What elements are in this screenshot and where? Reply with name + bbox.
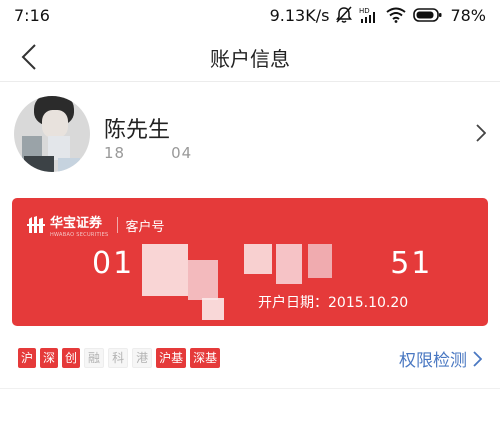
open-date: 开户日期：2015.10.20 [258,295,409,311]
phone-suffix: 04 [171,144,193,162]
permission-tag-sh: 沪 [18,348,37,368]
battery-percent: 78% [450,5,486,25]
permission-tag-sz: 深 [40,348,59,368]
user-name: 陈先生 [104,118,171,143]
redaction-block [188,260,218,300]
divider [0,388,500,389]
client-id-label: 客户号 [125,219,165,235]
permission-check-link[interactable]: 权限检测 [399,346,482,371]
signal-icon: HD [359,6,379,24]
page-title: 账户信息 [210,47,290,71]
permission-tag-margin: 融 [84,348,105,368]
permission-tag-chinext: 创 [62,348,81,368]
phone-redaction [125,146,172,161]
redaction-block [142,244,188,296]
network-type-label: HD [359,7,370,15]
brand-name-en: HWABAO SECURITIES [50,232,109,238]
logo-divider [116,217,118,233]
permission-tags: 沪 深 创 融 科 港 沪基 深基 [18,348,221,368]
status-time: 7:16 [14,5,50,25]
wifi-icon [386,7,407,23]
permission-check-label: 权限检测 [399,351,467,371]
chevron-right-icon [476,124,487,146]
status-indicators: 9.13K/s HD 78% [270,6,486,25]
account-number-prefix: 01 [92,246,135,281]
user-phone: 18 04 [104,144,192,162]
profile-row[interactable]: 陈先生 18 04 [0,88,500,180]
account-card: 华宝证券 HWABAO SECURITIES 客户号 01 51 开户日期：201… [12,198,488,326]
avatar [14,96,90,172]
card-header: 华宝证券 HWABAO SECURITIES 客户号 [26,212,165,238]
chevron-right-icon [473,350,482,367]
brand-name: 华宝证券 [50,216,103,231]
permission-row: 沪 深 创 融 科 港 沪基 深基 权限检测 [0,344,500,372]
redaction-block [308,244,332,278]
account-number-suffix: 51 [390,246,433,281]
battery-icon [413,7,443,23]
permission-tag-star: 科 [108,348,129,368]
phone-prefix: 18 [104,144,126,162]
network-speed: 9.13K/s [269,5,330,25]
mute-icon [336,6,353,24]
permission-tag-hk: 港 [132,348,153,368]
nav-bar: 账户信息 [0,30,500,82]
permission-tag-sh-fund: 沪基 [156,348,187,368]
hwabao-logo-icon [27,216,45,233]
redaction-block [276,244,302,284]
status-bar: 7:16 9.13K/s HD 78% [0,0,500,30]
permission-tag-sz-fund: 深基 [190,348,221,368]
redaction-block [244,244,272,274]
redaction-block [202,298,224,320]
